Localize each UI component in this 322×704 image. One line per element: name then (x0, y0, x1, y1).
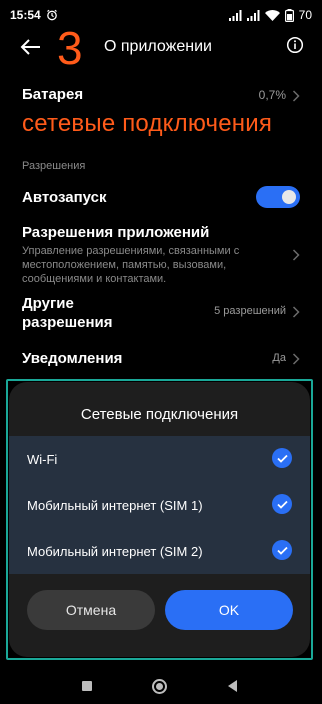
page-title: О приложении (104, 38, 212, 55)
back-button[interactable] (18, 34, 44, 60)
checkmark-icon[interactable] (272, 448, 292, 468)
info-icon (286, 36, 304, 54)
other-permissions-value: 5 разрешений (214, 305, 286, 317)
step-annotation: 3 (57, 22, 83, 74)
status-bar: 15:54 70 (0, 0, 322, 30)
alarm-icon (46, 9, 58, 21)
navigation-bar (0, 668, 322, 704)
option-wifi[interactable]: Wi-Fi (9, 436, 310, 482)
checkmark-icon[interactable] (272, 494, 292, 514)
other-permissions-label: Другие разрешения (22, 295, 113, 331)
battery-row[interactable]: Батарея 0,7% (22, 86, 300, 110)
checkmark-icon[interactable] (272, 540, 292, 560)
options-list: Wi-Fi Мобильный интернет (SIM 1) Мобильн… (9, 436, 310, 574)
chevron-right-icon (292, 305, 300, 323)
app-permissions-row[interactable]: Разрешения приложений Управление разреше… (22, 224, 300, 286)
dialog-title: Сетевые подключения (80, 406, 239, 423)
notifications-value: Да (272, 352, 286, 364)
info-button[interactable] (286, 36, 304, 54)
arrow-left-icon (20, 39, 40, 55)
battery-percent: 70 (298, 8, 312, 22)
recent-apps-icon[interactable] (82, 681, 92, 691)
option-label: Мобильный интернет (SIM 1) (27, 498, 203, 513)
battery-label: Батарея (22, 86, 84, 103)
permissions-section-title: Разрешения (22, 160, 86, 172)
annotation-network-connections: сетевые подключения (22, 110, 273, 137)
app-bar: 3 О приложении (0, 25, 322, 71)
autostart-row[interactable]: Автозапуск (22, 186, 300, 210)
back-triangle-icon[interactable] (228, 680, 237, 692)
autostart-label: Автозапуск (22, 189, 107, 206)
battery-value: 0,7% (258, 88, 286, 102)
ok-button[interactable]: OK (165, 590, 293, 630)
option-label: Wi-Fi (27, 452, 58, 467)
autostart-toggle[interactable] (256, 186, 300, 208)
notifications-row[interactable]: Уведомления Да (22, 350, 300, 370)
cancel-button[interactable]: Отмена (27, 590, 155, 630)
battery-icon (284, 8, 294, 22)
wifi-icon (264, 9, 280, 21)
status-time: 15:54 (10, 8, 41, 22)
app-permissions-label: Разрешения приложений (22, 224, 210, 241)
chevron-right-icon (292, 352, 300, 370)
notifications-label: Уведомления (22, 350, 123, 367)
chevron-right-icon (292, 89, 300, 107)
option-label: Мобильный интернет (SIM 2) (27, 544, 203, 559)
other-permissions-row[interactable]: Другие разрешения 5 разрешений (22, 294, 300, 331)
chevron-right-icon (292, 248, 300, 266)
signal-icon-2 (246, 9, 260, 21)
app-permissions-description: Управление разрешениями, связанными с ме… (22, 245, 240, 285)
option-sim1[interactable]: Мобильный интернет (SIM 1) (9, 482, 310, 528)
toggle-knob (282, 190, 296, 204)
signal-icon-1 (228, 9, 242, 21)
option-sim2[interactable]: Мобильный интернет (SIM 2) (9, 528, 310, 574)
home-icon[interactable] (152, 679, 167, 694)
network-connections-dialog: Сетевые подключения Wi-Fi Мобильный инте… (9, 382, 310, 657)
